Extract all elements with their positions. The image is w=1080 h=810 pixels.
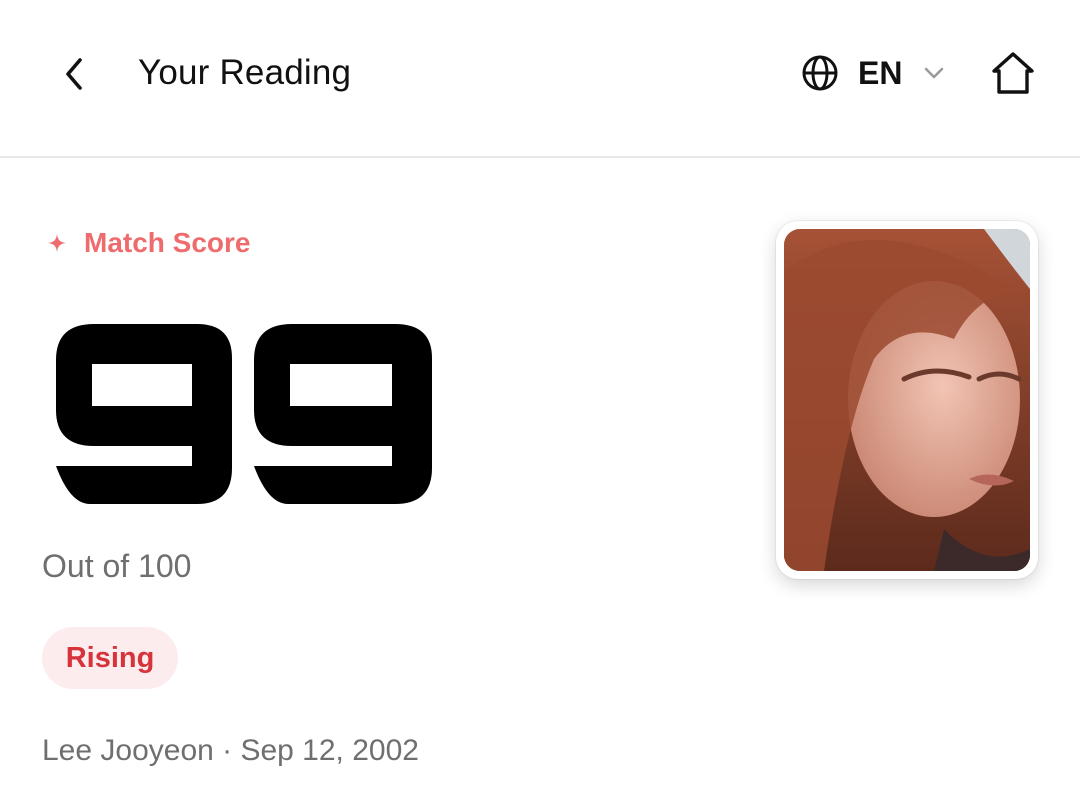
profile-photo-card — [776, 221, 1038, 579]
home-button[interactable] — [986, 46, 1040, 100]
score-out-of: Out of 100 — [42, 548, 192, 584]
globe-icon — [800, 53, 840, 93]
profile-meta: Lee Jooyeon · Sep 12, 2002 — [42, 734, 419, 767]
sparkle-icon — [46, 232, 68, 254]
home-icon — [992, 52, 1034, 94]
status-badge-text: Rising — [65, 641, 155, 674]
match-score-value-text: 99 — [52, 318, 54, 319]
profile-photo — [784, 229, 1030, 571]
chevron-left-icon — [66, 58, 82, 90]
back-button[interactable] — [50, 50, 98, 98]
top-bar: Your Reading EN — [0, 0, 1080, 158]
match-score-label-text: Match Score — [84, 227, 251, 258]
language-code: EN — [858, 55, 903, 91]
match-score-value: 99 — [52, 318, 432, 504]
reading-page: Your Reading EN Match Score 99 Out of 10… — [0, 0, 1080, 810]
status-badge: Rising — [42, 627, 178, 689]
page-title: Your Reading — [138, 53, 352, 92]
match-score-label: Match Score — [46, 222, 251, 264]
language-selector[interactable]: EN — [800, 50, 948, 96]
chevron-down-icon — [920, 59, 948, 87]
